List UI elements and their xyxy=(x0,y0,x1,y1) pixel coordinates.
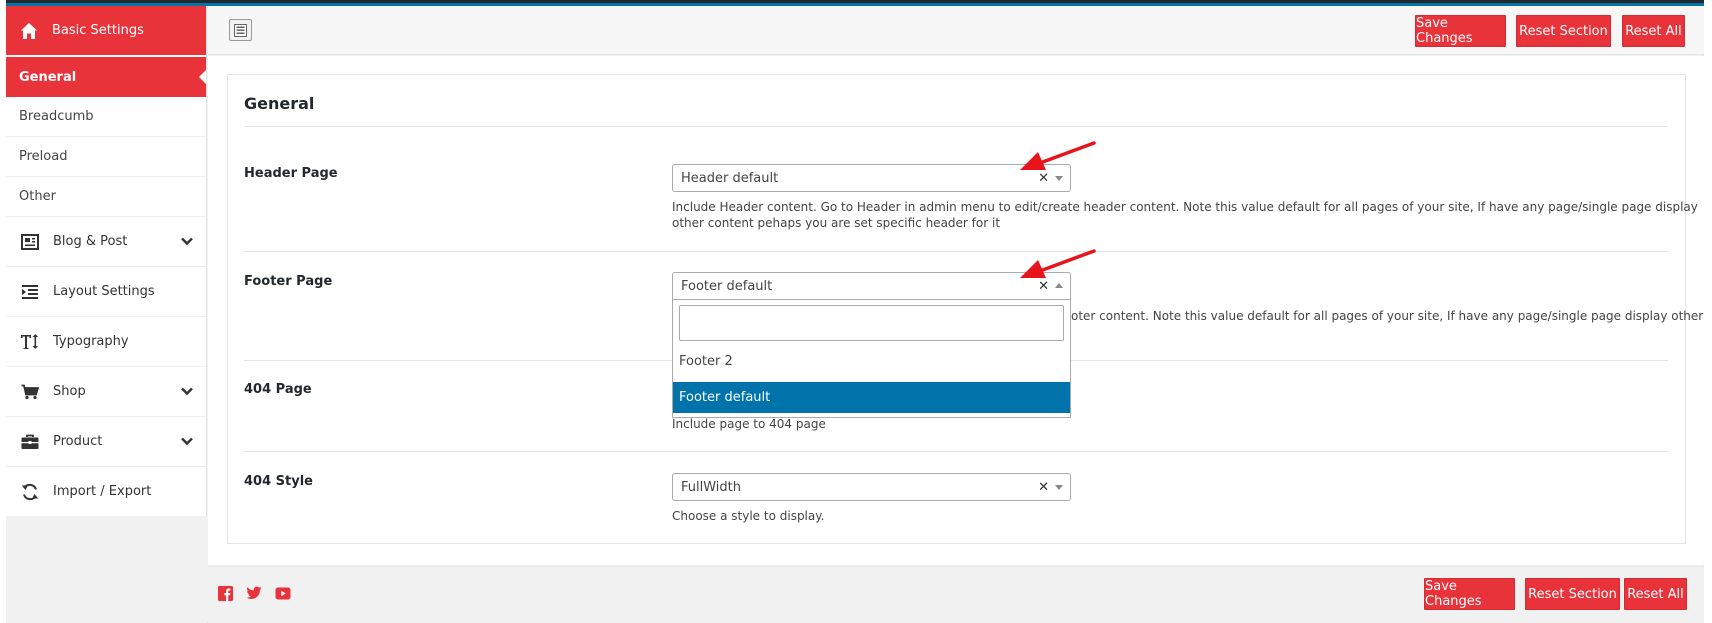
dropdown-option-selected[interactable]: Footer default xyxy=(673,382,1070,413)
404-page-description: Include page to 404 page xyxy=(672,417,826,431)
dropdown-option[interactable]: Footer 2 xyxy=(673,346,1070,377)
reset-all-button-bottom[interactable]: Reset All xyxy=(1624,578,1687,610)
sidebar-item-label: Other xyxy=(19,189,56,204)
description-line: other content pehaps you are set specifi… xyxy=(672,216,1001,230)
chevron-down-icon[interactable] xyxy=(180,384,194,398)
save-changes-button-top[interactable]: Save Changes xyxy=(1415,15,1506,47)
sidebar-item-layout-settings[interactable]: Layout Settings xyxy=(6,267,206,317)
divider xyxy=(244,360,672,361)
clear-selection-icon[interactable]: ✕ xyxy=(1038,480,1049,495)
sidebar-item-general[interactable]: General xyxy=(6,57,206,97)
annotation-arrow-icon xyxy=(1020,141,1096,170)
sidebar-item-other[interactable]: Other xyxy=(6,177,206,217)
chevron-down-icon[interactable] xyxy=(180,234,194,248)
sidebar-item-label: Layout Settings xyxy=(53,284,155,299)
sidebar-item-label: Shop xyxy=(53,384,86,399)
sidebar-item-preload[interactable]: Preload xyxy=(6,137,206,177)
sidebar-item-label: Typography xyxy=(53,334,129,349)
sidebar-item-label: Import / Export xyxy=(53,484,152,499)
dropdown-arrow-icon[interactable] xyxy=(1055,485,1063,490)
typography-icon xyxy=(20,332,39,351)
sidebar-item-label: Preload xyxy=(19,149,68,164)
facebook-icon[interactable] xyxy=(217,585,233,601)
404-style-select[interactable]: FullWidth ✕ xyxy=(672,473,1071,501)
chevron-down-icon[interactable] xyxy=(180,434,194,448)
divider xyxy=(244,451,1668,452)
sidebar-item-product[interactable]: Product xyxy=(6,417,206,467)
sidebar: Basic Settings General Breadcumb Preload… xyxy=(6,6,207,517)
sidebar-item-label: Blog & Post xyxy=(53,234,128,249)
dropdown-search-input[interactable] xyxy=(679,305,1064,341)
description-line: Include Header content. Go to Header in … xyxy=(672,200,1698,214)
sidebar-item-breadcumb[interactable]: Breadcumb xyxy=(6,97,206,137)
footer-page-description: oter content. Note this value default fo… xyxy=(1071,309,1704,323)
refresh-icon xyxy=(20,482,39,501)
footer-page-value: Footer default xyxy=(681,278,773,294)
expand-options-icon[interactable] xyxy=(229,19,252,41)
sidebar-item-typography[interactable]: Typography xyxy=(6,317,206,367)
divider xyxy=(1071,360,1668,361)
header-page-label: Header Page xyxy=(244,166,338,181)
sidebar-filler xyxy=(6,516,207,623)
footer-page-dropdown: Footer 2 Footer default xyxy=(672,300,1071,418)
404-style-value: FullWidth xyxy=(681,479,741,495)
divider xyxy=(244,251,1668,252)
404-style-description: Choose a style to display. xyxy=(672,509,825,523)
sidebar-item-blog-post[interactable]: Blog & Post xyxy=(6,217,206,267)
cart-icon xyxy=(20,382,39,401)
blog-icon xyxy=(20,232,39,251)
sidebar-header-label: Basic Settings xyxy=(52,23,144,38)
sidebar-item-shop[interactable]: Shop xyxy=(6,367,206,417)
sidebar-item-label: Breadcumb xyxy=(19,109,94,124)
save-changes-button-bottom[interactable]: Save Changes xyxy=(1424,578,1515,610)
briefcase-icon xyxy=(20,432,39,451)
layout-icon xyxy=(20,282,39,301)
404-style-label: 404 Style xyxy=(244,474,313,489)
youtube-icon[interactable] xyxy=(275,585,291,601)
sidebar-item-label: General xyxy=(19,69,77,85)
annotation-arrow-icon xyxy=(1020,249,1096,278)
divider xyxy=(244,126,1668,127)
sidebar-item-import-export[interactable]: Import / Export xyxy=(6,467,206,517)
reset-section-button-top[interactable]: Reset Section xyxy=(1516,15,1611,47)
reset-all-button-top[interactable]: Reset All xyxy=(1622,15,1685,47)
footer-page-label: Footer Page xyxy=(244,274,333,289)
section-title: General xyxy=(244,94,315,113)
sidebar-section-basic-settings[interactable]: Basic Settings xyxy=(6,6,206,55)
header-page-description: Include Header content. Go to Header in … xyxy=(672,199,1698,231)
404-page-label: 404 Page xyxy=(244,382,312,397)
reset-section-button-bottom[interactable]: Reset Section xyxy=(1525,578,1620,610)
sidebar-item-label: Product xyxy=(53,434,103,449)
header-page-value: Header default xyxy=(681,170,779,186)
home-icon xyxy=(20,22,38,40)
twitter-icon[interactable] xyxy=(246,585,262,601)
